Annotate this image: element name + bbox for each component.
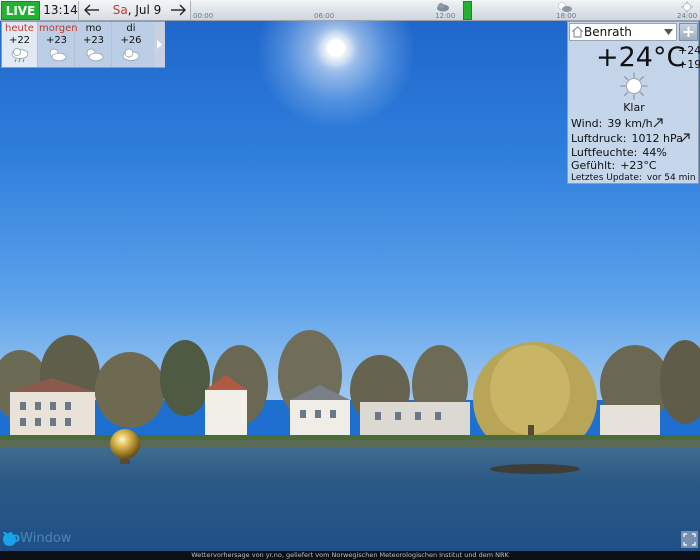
forecast-day-name: di	[126, 23, 136, 34]
timeline-now-marker[interactable]	[463, 1, 472, 20]
wind-value: 39 km/h	[607, 117, 653, 130]
date-day: , Jul 9	[127, 3, 162, 17]
wind-row: Wind: 39 km/h	[571, 117, 653, 130]
forecast-day-di[interactable]: di +26	[113, 22, 149, 67]
timeline-tick: 06:00	[314, 12, 335, 20]
wind-label: Wind:	[571, 117, 603, 130]
home-icon	[572, 26, 583, 38]
date-label: Sa, Jul 9	[106, 1, 168, 20]
cloud-icon	[122, 48, 140, 61]
location-name: Benrath	[584, 25, 632, 39]
temp-low: +19	[678, 58, 700, 71]
pressure-label: Luftdruck:	[571, 132, 627, 145]
timeline-tick: 24:00	[677, 12, 698, 20]
location-select[interactable]: Benrath	[569, 23, 677, 41]
chevron-right-icon	[157, 40, 162, 49]
forecast-day-name: mo	[85, 23, 102, 34]
sun-icon	[681, 1, 693, 13]
logo-rest: Window	[20, 531, 72, 546]
feels-like-label: Gefühlt:	[571, 159, 616, 172]
island	[490, 464, 580, 474]
last-update-row: Letztes Update: vor 54 min	[571, 173, 696, 183]
forecast-day-mo[interactable]: mo +23	[76, 22, 112, 67]
sun-cloud-icon	[86, 48, 103, 62]
temp-high: +24	[678, 44, 700, 57]
forecast-day-today[interactable]: heute +22	[2, 22, 38, 67]
forecast-day-temp: +22	[8, 35, 31, 46]
golden-sphere	[110, 429, 140, 464]
forecast-strip: heute +22 morgen +23 mo +23 di +26	[1, 21, 165, 68]
timeline-tick: 12:00	[435, 12, 456, 20]
current-temperature: +24°C	[596, 42, 686, 73]
cloud-sun-icon	[437, 3, 449, 12]
pressure-trend-icon	[680, 133, 690, 143]
pressure-value: 1012 hPa	[631, 132, 683, 145]
humidity-value: 44%	[642, 146, 667, 159]
yowindow-logo[interactable]: YoWindow	[3, 531, 71, 549]
pressure-row: Luftdruck: 1012 hPa	[571, 132, 683, 145]
wind-direction-icon	[653, 118, 663, 128]
sun-cloud-icon	[49, 48, 66, 62]
date-weekday: Sa	[112, 3, 128, 17]
timeline-tick: 18:00	[556, 12, 577, 20]
condition-text: Klar	[623, 101, 645, 114]
sun-cloud-icon	[558, 2, 572, 12]
current-weather-panel: Benrath + +24°C +24 +19 Klar Wind: 39 km/…	[567, 21, 700, 184]
last-update-label: Letztes Update:	[571, 173, 642, 183]
timeline-tick: 00:00	[193, 12, 214, 20]
forecast-day-name: heute	[5, 23, 34, 34]
humidity-row: Luftfeuchte: 44%	[571, 146, 667, 159]
top-bar: LIVE 13:14 Sa, Jul 9 00:00 06:00 12:00 1…	[0, 0, 700, 21]
forecast-day-tomorrow[interactable]: morgen +23	[39, 22, 78, 67]
day-timeline[interactable]: 00:00 06:00 12:00 18:00 24:00	[190, 1, 700, 20]
live-button[interactable]: LIVE	[1, 1, 40, 20]
arrow-right-icon[interactable]	[168, 3, 188, 17]
forecast-day-temp: +23	[82, 35, 105, 46]
add-location-button[interactable]: +	[679, 23, 698, 41]
forecast-more-button[interactable]	[154, 22, 165, 67]
forecast-day-name: morgen	[39, 23, 78, 34]
sun	[327, 39, 345, 57]
sun-icon	[620, 72, 648, 100]
credit-footer: Wettervorhersage von yr.no, geliefert vo…	[0, 551, 700, 560]
humidity-label: Luftfeuchte:	[571, 146, 638, 159]
fullscreen-button[interactable]	[681, 531, 698, 548]
feels-like-value: +23°C	[620, 159, 657, 172]
cloud-rain-icon	[11, 48, 28, 63]
forecast-day-temp: +23	[45, 35, 68, 46]
forecast-day-temp: +26	[120, 35, 142, 46]
fullscreen-icon	[683, 533, 696, 546]
arrow-left-icon[interactable]	[82, 3, 102, 17]
logo-yo: Yo	[3, 531, 21, 546]
current-time: 13:14	[43, 1, 79, 20]
lake-water	[0, 448, 700, 552]
feels-like-row: Gefühlt: +23°C	[571, 159, 657, 172]
last-update-value: vor 54 min	[646, 173, 696, 183]
chevron-down-icon	[664, 29, 673, 35]
